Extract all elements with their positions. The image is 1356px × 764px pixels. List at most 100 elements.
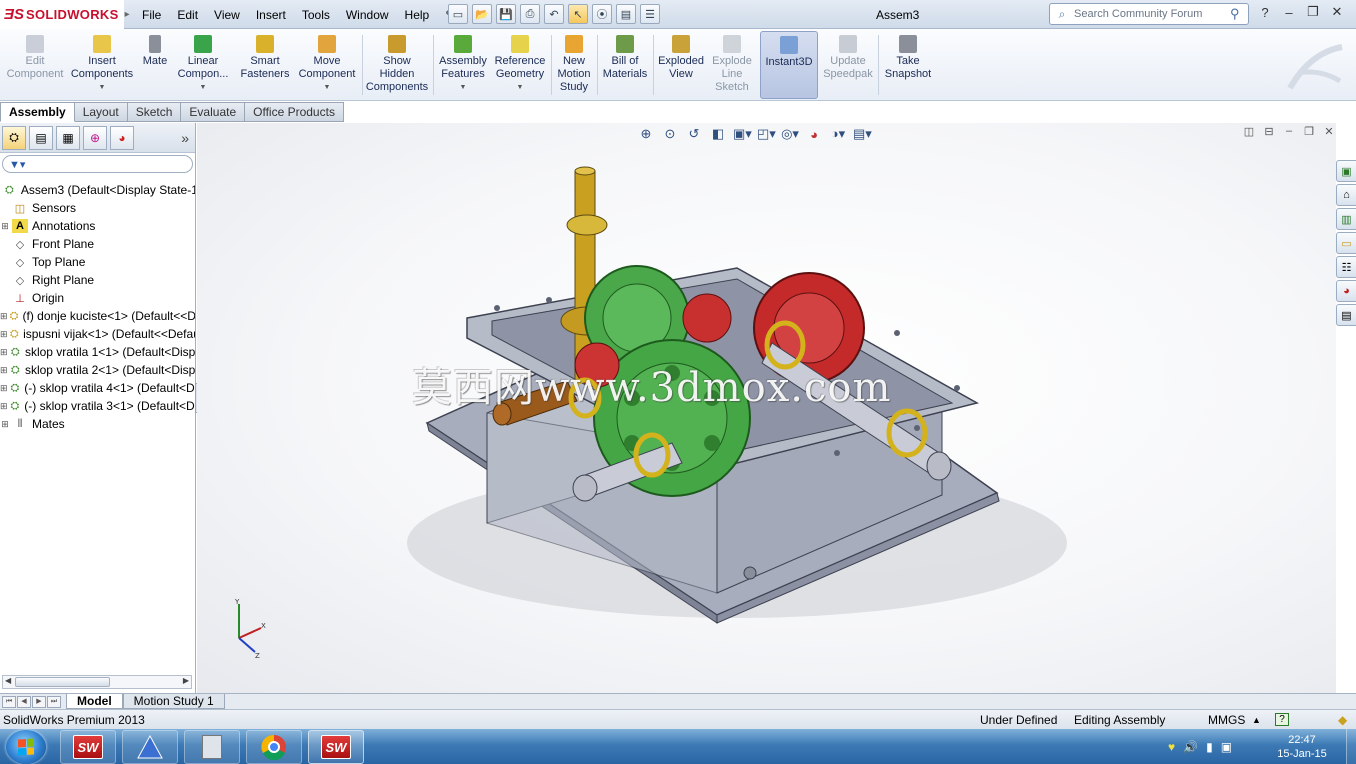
tab-evaluate[interactable]: Evaluate bbox=[181, 102, 246, 122]
search-icon[interactable]: ⚲ bbox=[1230, 6, 1248, 22]
smart-fasteners-button[interactable]: Smart Fasteners bbox=[236, 31, 294, 99]
insert-components-button[interactable]: Insert Components ▼ bbox=[70, 31, 134, 99]
menu-insert[interactable]: Insert bbox=[248, 8, 294, 22]
new-motion-study-button[interactable]: New Motion Study bbox=[554, 31, 594, 99]
options-icon[interactable]: ☰ bbox=[640, 4, 660, 24]
update-speedpak-button[interactable]: Update Speedpak bbox=[820, 31, 876, 99]
tree-item-annotations[interactable]: ⊞ A Annotations bbox=[0, 217, 195, 235]
tab-motion-study-1[interactable]: Motion Study 1 bbox=[122, 694, 225, 709]
rebuild-traffic-light-icon[interactable]: ⦿ bbox=[592, 4, 612, 24]
chevron-double-right-icon[interactable]: » bbox=[181, 130, 189, 146]
tree-item-subassembly[interactable]: ⊞ ⛭ (-) sklop vratila 4<1> (Default<Disp… bbox=[0, 379, 195, 397]
mate-button[interactable]: Mate bbox=[138, 31, 172, 99]
taskbar-calculator[interactable] bbox=[184, 730, 240, 764]
edit-component-button[interactable]: Edit Component bbox=[4, 31, 66, 99]
volume-icon[interactable]: 🔊 bbox=[1183, 740, 1198, 754]
configuration-manager-tab-icon[interactable]: ▦ bbox=[56, 125, 80, 150]
tab-sketch[interactable]: Sketch bbox=[127, 102, 182, 122]
network-icon[interactable]: ▣ bbox=[1221, 740, 1232, 754]
view-palette-icon[interactable]: ☷ bbox=[1336, 256, 1356, 278]
help-icon[interactable]: ? bbox=[1275, 713, 1289, 726]
minimize-icon[interactable]: – bbox=[1280, 5, 1298, 20]
menu-edit[interactable]: Edit bbox=[169, 8, 206, 22]
bill-of-materials-button[interactable]: Bill of Materials bbox=[600, 31, 650, 99]
instant3d-button[interactable]: Instant3D bbox=[760, 31, 818, 99]
tree-item-subassembly[interactable]: ⊞ ⛭ sklop vratila 1<1> (Default<Display … bbox=[0, 343, 195, 361]
design-library-icon[interactable]: ▥ bbox=[1336, 208, 1356, 230]
filter-input[interactable]: ▼▾ bbox=[2, 155, 193, 173]
open-folder-icon[interactable]: 📂 bbox=[472, 4, 492, 24]
tree-item-origin[interactable]: ⊥ Origin bbox=[0, 289, 195, 307]
expand-icon[interactable]: ⊞ bbox=[0, 347, 8, 358]
tab-assembly[interactable]: Assembly bbox=[0, 102, 75, 122]
print-icon[interactable]: ⎙ bbox=[520, 4, 540, 24]
feature-manager-tab-icon[interactable]: ⛭ bbox=[2, 125, 26, 150]
tree-item-part[interactable]: ⊞ ⛭ ispusni vijak<1> (Default<<Default>_… bbox=[0, 325, 195, 343]
tab-office-products[interactable]: Office Products bbox=[245, 102, 344, 122]
solidworks-resources-icon[interactable]: ▣ bbox=[1336, 160, 1356, 182]
tab-layout[interactable]: Layout bbox=[74, 102, 128, 122]
chevron-down-icon[interactable]: ▼ bbox=[460, 81, 467, 94]
expand-icon[interactable]: ⊞ bbox=[0, 383, 8, 394]
tree-root-assembly[interactable]: ⛭ Assem3 (Default<Display State-1>) bbox=[0, 181, 195, 199]
property-manager-tab-icon[interactable]: ▤ bbox=[29, 125, 53, 150]
tree-item-right-plane[interactable]: ◇ Right Plane bbox=[0, 271, 195, 289]
chevron-down-icon[interactable]: ▼ bbox=[99, 81, 106, 94]
scroll-thumb[interactable] bbox=[15, 677, 110, 687]
horizontal-scrollbar[interactable]: ◀ ▶ bbox=[2, 675, 192, 689]
solidworks-logo[interactable]: ƎS SOLIDWORKS ▸ bbox=[0, 0, 130, 29]
search-input[interactable]: Search Community Forum bbox=[1074, 8, 1230, 20]
start-button[interactable] bbox=[6, 730, 46, 764]
assembly-features-button[interactable]: Assembly Features ▼ bbox=[436, 31, 490, 99]
file-explorer-icon[interactable]: ▭ bbox=[1336, 232, 1356, 254]
reference-geometry-button[interactable]: Reference Geometry ▼ bbox=[492, 31, 548, 99]
undo-icon[interactable]: ↶ bbox=[544, 4, 564, 24]
show-hidden-components-button[interactable]: Show Hidden Components bbox=[364, 31, 430, 99]
custom-properties-icon[interactable]: ▤ bbox=[1336, 304, 1356, 326]
chevron-down-icon[interactable]: ▼ bbox=[200, 81, 207, 94]
taskbar-app[interactable] bbox=[122, 730, 178, 764]
close-icon[interactable]: ✕ bbox=[1328, 4, 1346, 20]
expand-icon[interactable]: ⊞ bbox=[0, 221, 10, 232]
prev-tab-icon[interactable]: ◀ bbox=[17, 695, 31, 708]
take-snapshot-button[interactable]: Take Snapshot bbox=[880, 31, 936, 99]
menu-window[interactable]: Window bbox=[338, 8, 397, 22]
flag-icon[interactable]: ▮ bbox=[1206, 740, 1213, 754]
menu-file[interactable]: File bbox=[134, 8, 169, 22]
chevron-down-icon[interactable]: ▼ bbox=[324, 81, 331, 94]
save-icon[interactable]: 💾 bbox=[496, 4, 516, 24]
taskbar-solidworks-pinned[interactable]: SW bbox=[60, 730, 116, 764]
exploded-view-button[interactable]: Exploded View bbox=[656, 31, 706, 99]
display-manager-tab-icon[interactable]: ◕ bbox=[110, 125, 134, 150]
taskbar-solidworks-running[interactable]: SW bbox=[308, 730, 364, 764]
dimxpert-tab-icon[interactable]: ⊕ bbox=[83, 125, 107, 150]
chevron-up-icon[interactable]: ▲ bbox=[1252, 715, 1261, 725]
show-desktop-button[interactable] bbox=[1346, 729, 1356, 764]
tree-item-subassembly[interactable]: ⊞ ⛭ sklop vratila 2<1> (Default<Display … bbox=[0, 361, 195, 379]
tree-item-sensors[interactable]: ◫ Sensors bbox=[0, 199, 195, 217]
move-component-button[interactable]: Move Component ▼ bbox=[296, 31, 358, 99]
tree-item-mates[interactable]: ⊞ ⫴ Mates bbox=[0, 415, 195, 433]
search-box[interactable]: ⌕ Search Community Forum ⚲ bbox=[1049, 3, 1249, 25]
tree-item-top-plane[interactable]: ◇ Top Plane bbox=[0, 253, 195, 271]
scroll-right-icon[interactable]: ▶ bbox=[183, 676, 189, 685]
expand-icon[interactable]: ⊞ bbox=[0, 329, 8, 340]
last-tab-icon[interactable]: ⏭ bbox=[47, 695, 61, 708]
menu-tools[interactable]: Tools bbox=[294, 8, 338, 22]
help-icon[interactable]: ? bbox=[1256, 5, 1274, 20]
antivirus-icon[interactable]: ♥ bbox=[1168, 740, 1175, 754]
tag-icon[interactable]: ◆ bbox=[1338, 713, 1347, 727]
expand-icon[interactable]: ⊞ bbox=[0, 311, 8, 322]
restore-icon[interactable]: ❐ bbox=[1304, 4, 1322, 20]
graphics-area[interactable]: ⊕ ⊙ ↺ ◧ ▣▾ ◰▾ ◎▾ ◕ ◑▾ ▤▾ ◫ ⊟ – ❐ ✕ 莫西网ww… bbox=[197, 123, 1336, 693]
explode-line-sketch-button[interactable]: Explode Line Sketch bbox=[708, 31, 756, 99]
menu-view[interactable]: View bbox=[206, 8, 248, 22]
file-properties-icon[interactable]: ▤ bbox=[616, 4, 636, 24]
expand-icon[interactable]: ⊞ bbox=[0, 365, 8, 376]
new-document-icon[interactable]: ▭ bbox=[448, 4, 468, 24]
home-icon[interactable]: ⌂ bbox=[1336, 184, 1356, 206]
tab-model[interactable]: Model bbox=[66, 694, 123, 709]
tree-item-part[interactable]: ⊞ ⛭ (f) donje kuciste<1> (Default<<Defau… bbox=[0, 307, 195, 325]
units-system[interactable]: MMGS bbox=[1208, 713, 1245, 727]
chevron-down-icon[interactable]: ▼ bbox=[517, 81, 524, 94]
